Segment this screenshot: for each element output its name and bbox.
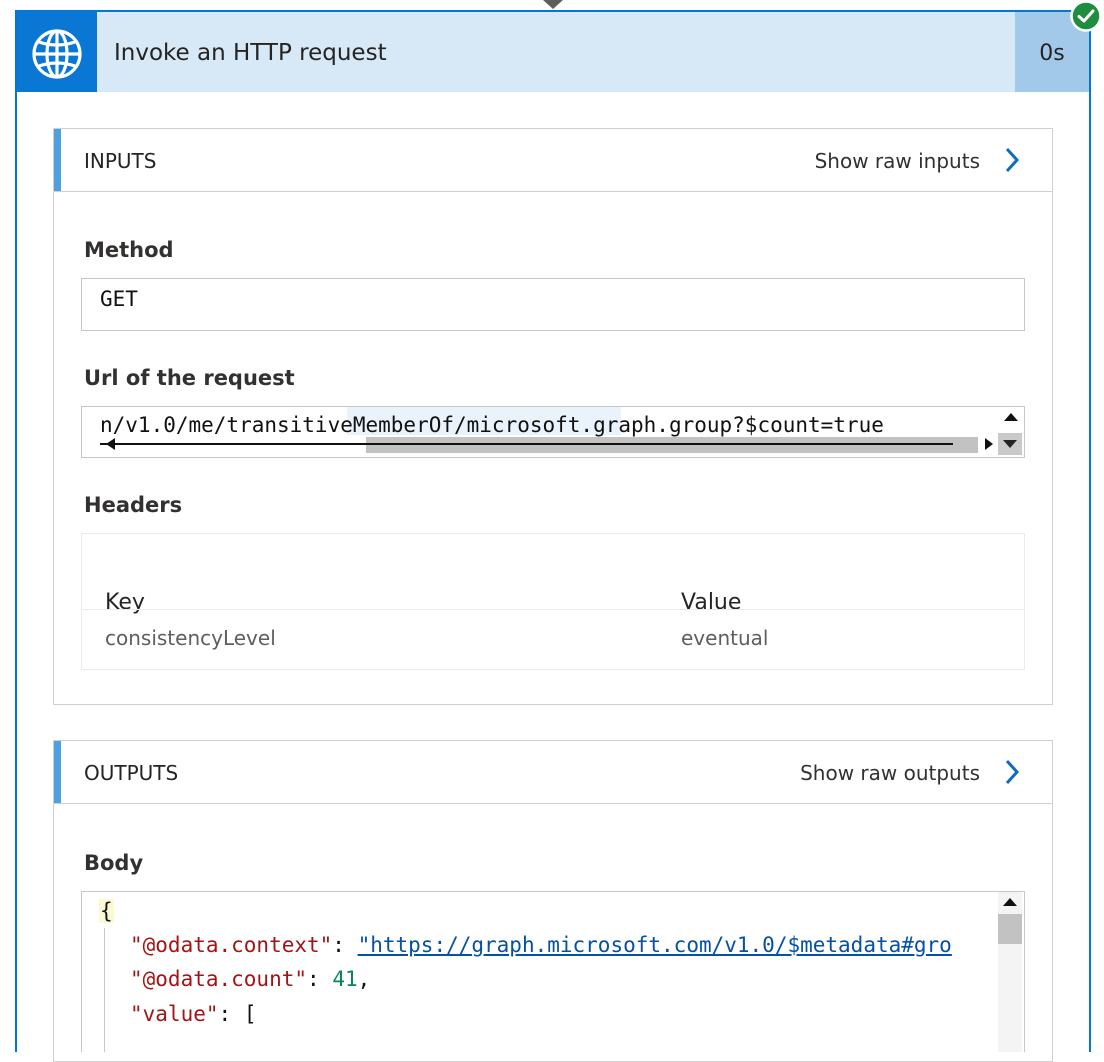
url-scroll-rail: [100, 443, 953, 445]
header-key-cell: consistencyLevel: [105, 626, 276, 650]
inputs-label: INPUTS: [84, 149, 157, 173]
json-open-brace: {: [99, 899, 114, 923]
chevron-right-icon[interactable]: [1004, 758, 1020, 786]
url-field[interactable]: n/v1.0/me/transitiveMemberOf/microsoft.g…: [81, 406, 1025, 458]
show-raw-inputs-link[interactable]: Show raw inputs: [815, 149, 980, 173]
body-label: Body: [84, 851, 144, 875]
scroll-down-icon: [1003, 440, 1017, 448]
action-icon-tile: [17, 12, 97, 92]
json-count-value: 41: [332, 967, 358, 991]
outputs-accent-bar: [54, 741, 61, 803]
body-code-viewer[interactable]: { "@odata.context": "https://graph.micro…: [81, 891, 1025, 1052]
globe-icon: [32, 29, 82, 79]
body-scroll-thumb[interactable]: [998, 914, 1022, 944]
code-line-4: "value": [: [130, 1002, 257, 1026]
json-context-key: "@odata.context": [130, 933, 333, 957]
url-horizontal-scrollbar[interactable]: [82, 437, 982, 453]
method-label: Method: [84, 238, 174, 262]
code-line-2: "@odata.context": "https://graph.microso…: [130, 933, 952, 957]
body-vertical-scrollbar[interactable]: [998, 892, 1022, 1052]
url-scroll-down-button[interactable]: [998, 433, 1022, 455]
scroll-up-icon[interactable]: [1004, 413, 1018, 421]
indent-guide: [104, 928, 105, 1052]
method-value: GET: [100, 287, 138, 311]
scroll-left-icon[interactable]: [106, 438, 115, 450]
success-check-icon: [1070, 0, 1102, 32]
connector-arrow-icon: [543, 0, 563, 9]
scroll-right-icon[interactable]: [985, 438, 993, 450]
url-value[interactable]: n/v1.0/me/transitiveMemberOf/microsoft.g…: [100, 413, 884, 437]
inputs-header: INPUTS Show raw inputs: [54, 129, 1052, 192]
scroll-up-icon[interactable]: [1003, 898, 1017, 906]
headers-divider: [82, 609, 1024, 610]
json-value-key: "value": [130, 1002, 219, 1026]
header-value-cell: eventual: [681, 626, 769, 650]
json-context-value[interactable]: "https://graph.microsoft.com/v1.0/$metad…: [358, 933, 952, 957]
inputs-accent-bar: [54, 129, 61, 191]
show-raw-outputs-link[interactable]: Show raw outputs: [800, 761, 980, 785]
headers-value-column: Value: [681, 590, 742, 615]
headers-key-column: Key: [105, 590, 145, 615]
method-field[interactable]: GET: [81, 278, 1025, 331]
url-scroll-thumb[interactable]: [366, 437, 978, 453]
json-count-key: "@odata.count": [130, 967, 308, 991]
code-line-1: {: [99, 899, 114, 923]
outputs-header: OUTPUTS Show raw outputs: [54, 741, 1052, 804]
json-array-open: [: [243, 1002, 257, 1026]
chevron-right-icon[interactable]: [1004, 146, 1020, 174]
action-header[interactable]: Invoke an HTTP request 0s: [17, 12, 1089, 92]
headers-table: Key Value consistencyLevel eventual: [81, 533, 1025, 670]
url-label: Url of the request: [84, 366, 295, 390]
code-line-3: "@odata.count": 41,: [130, 967, 371, 991]
outputs-label: OUTPUTS: [84, 761, 179, 785]
action-title: Invoke an HTTP request: [114, 40, 387, 66]
headers-label: Headers: [84, 493, 183, 517]
